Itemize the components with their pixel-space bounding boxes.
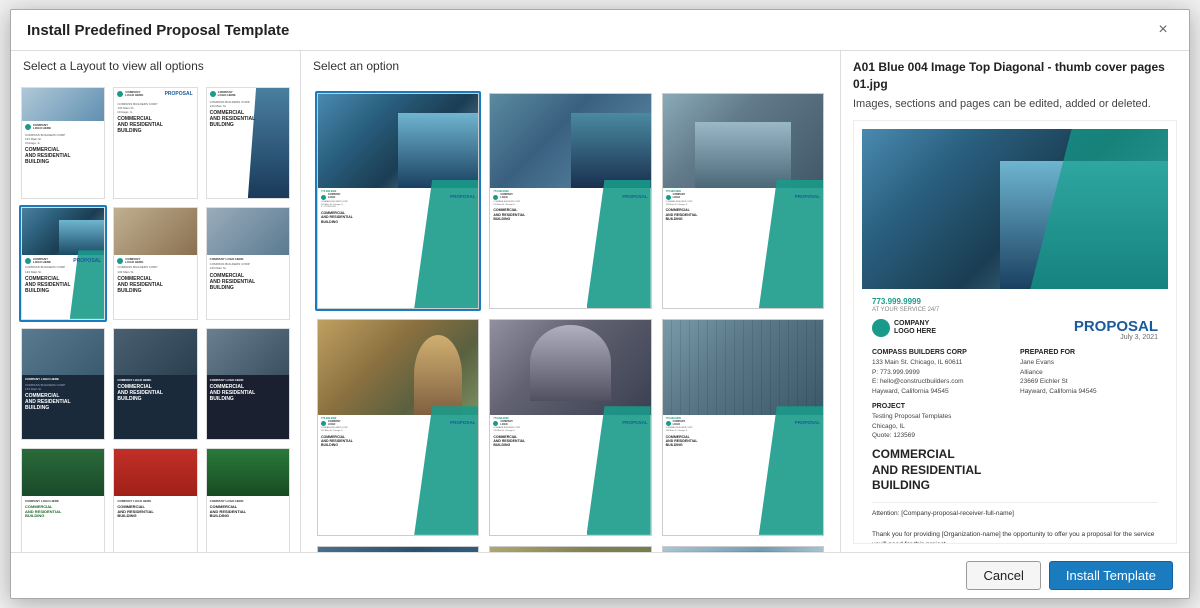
preview-company: COMPANYLOGO HERE [894, 320, 936, 337]
left-panel: Select a Layout to view all options COMP… [11, 51, 301, 552]
preview-client-label: COMPASS BUILDERS CORP [872, 349, 1010, 356]
option-thumb-5[interactable]: 773.999.9999 COMPANYLOGO PROPOSAL COMPAS… [487, 317, 653, 537]
middle-scroll-area[interactable]: 773.999.9999 COMPANYLOGO PROPOSAL COMPAS… [301, 81, 840, 552]
layout-thumb-9[interactable]: COMPANY LOGO HERE COMMERCIALAND RESIDENT… [204, 326, 292, 442]
layout-thumb-6[interactable]: COMPANY LOGO HERE COMPASS BUILDERS CORP1… [204, 205, 292, 321]
option-thumb-1[interactable]: 773.999.9999 COMPANYLOGO PROPOSAL COMPAS… [315, 91, 481, 311]
preview-body-text: Attention: [Company-proposal-receiver-fu… [872, 509, 1158, 544]
preview-proposal-label: PROPOSAL [1074, 319, 1158, 334]
option-thumb-9[interactable]: 773.999.9999 COMPANYLOGO PROPOSAL COMPAS… [660, 544, 826, 552]
preview-image-area[interactable]: 773.999.9999 AT YOUR SERVICE 24/7 COMPAN… [853, 120, 1177, 544]
layout-thumb-3[interactable]: COMPANYLOGO HERE COMPASS BUILDERS CORP13… [204, 85, 292, 201]
dialog-title: Install Predefined Proposal Template [27, 22, 289, 39]
preview-date: July 3, 2021 [1074, 334, 1158, 341]
preview-title: A01 Blue 004 Image Top Diagonal - thumb … [853, 59, 1177, 93]
preview-document: 773.999.9999 AT YOUR SERVICE 24/7 COMPAN… [854, 121, 1176, 544]
option-thumb-2[interactable]: 773.999.9999 COMPANYLOGO PROPOSAL COMPAS… [487, 91, 653, 311]
middle-panel-label: Select an option [301, 51, 840, 81]
layout-thumb-12[interactable]: COMPANY LOGO HERE COMMERCIALAND RESIDENT… [204, 446, 292, 552]
preview-project: Testing Proposal TemplatesChicago, ILQuo… [872, 412, 1158, 441]
layout-thumb-2[interactable]: COMPANYLOGO HERE PROPOSAL COMPASS BUILDE… [111, 85, 199, 201]
close-button[interactable]: × [1153, 20, 1173, 40]
preview-client-address: 133 Main St. Chicago, IL 60611P: 773.999… [872, 358, 1010, 397]
option-thumb-4[interactable]: 773.999.9999 COMPANYLOGO PROPOSAL COMPAS… [315, 317, 481, 537]
preview-headline: COMMERCIALAND RESIDENTIALBUILDING [872, 447, 1158, 494]
option-thumb-7[interactable]: 773.999.9999 COMPANYLOGO PROPOSAL COMPAS… [315, 544, 481, 552]
layout-thumb-10[interactable]: COMPANY LOGO HERE COMMERCIALAND RESIDENT… [19, 446, 107, 552]
option-grid: 773.999.9999 COMPANYLOGO PROPOSAL COMPAS… [309, 85, 832, 552]
option-thumb-6[interactable]: 773.999.9999 COMPANYLOGO PROPOSAL COMPAS… [660, 317, 826, 537]
dialog-footer: Cancel Install Template [11, 552, 1189, 598]
right-panel: A01 Blue 004 Image Top Diagonal - thumb … [841, 51, 1189, 552]
dialog-header: Install Predefined Proposal Template × [11, 10, 1189, 51]
left-scroll-area[interactable]: COMPANYLOGO HERE COMPASS BUILDERS CORP13… [11, 81, 300, 552]
layout-thumb-11[interactable]: COMPANY LOGO HERE COMMERCIALAND RESIDENT… [111, 446, 199, 552]
install-template-button[interactable]: Install Template [1049, 561, 1173, 590]
preview-phone: 773.999.9999 [872, 297, 1158, 306]
left-panel-label: Select a Layout to view all options [11, 51, 300, 81]
preview-desc: Images, sections and pages can be edited… [853, 97, 1177, 112]
option-thumb-8[interactable]: 773.999.9999 COMPANYLOGO PROPOSAL COMPAS… [487, 544, 653, 552]
middle-panel: Select an option 773.999.9999 [301, 51, 841, 552]
preview-prepared-for-label: PREPARED FOR [1020, 349, 1158, 356]
dialog-body: Select a Layout to view all options COMP… [11, 51, 1189, 552]
layout-thumb-4[interactable]: COMPANYLOGO HERE PROPOSAL COMPASS BUILDE… [19, 205, 107, 321]
cancel-button[interactable]: Cancel [966, 561, 1040, 590]
layout-thumb-5[interactable]: COMPANYLOGO HERE COMPASS BUILDERS CORP13… [111, 205, 199, 321]
option-thumb-3[interactable]: 773.999.9999 COMPANYLOGO PROPOSAL COMPAS… [660, 91, 826, 311]
preview-prepared-for: Jane EvansAlliance23669 Eichler StHaywar… [1020, 358, 1158, 397]
preview-logo-icon [872, 319, 890, 337]
layout-thumb-7[interactable]: COMPANY LOGO HERE COMPASS BUILDERS CORP1… [19, 326, 107, 442]
preview-project-label: PROJECT [872, 403, 1158, 410]
layout-thumb-grid: COMPANYLOGO HERE COMPASS BUILDERS CORP13… [19, 85, 292, 552]
install-template-dialog: Install Predefined Proposal Template × S… [10, 9, 1190, 599]
layout-thumb-8[interactable]: COMPANY LOGO HERE COMMERCIALAND RESIDENT… [111, 326, 199, 442]
layout-thumb-1[interactable]: COMPANYLOGO HERE COMPASS BUILDERS CORP13… [19, 85, 107, 201]
preview-tagline: AT YOUR SERVICE 24/7 [872, 307, 1158, 313]
